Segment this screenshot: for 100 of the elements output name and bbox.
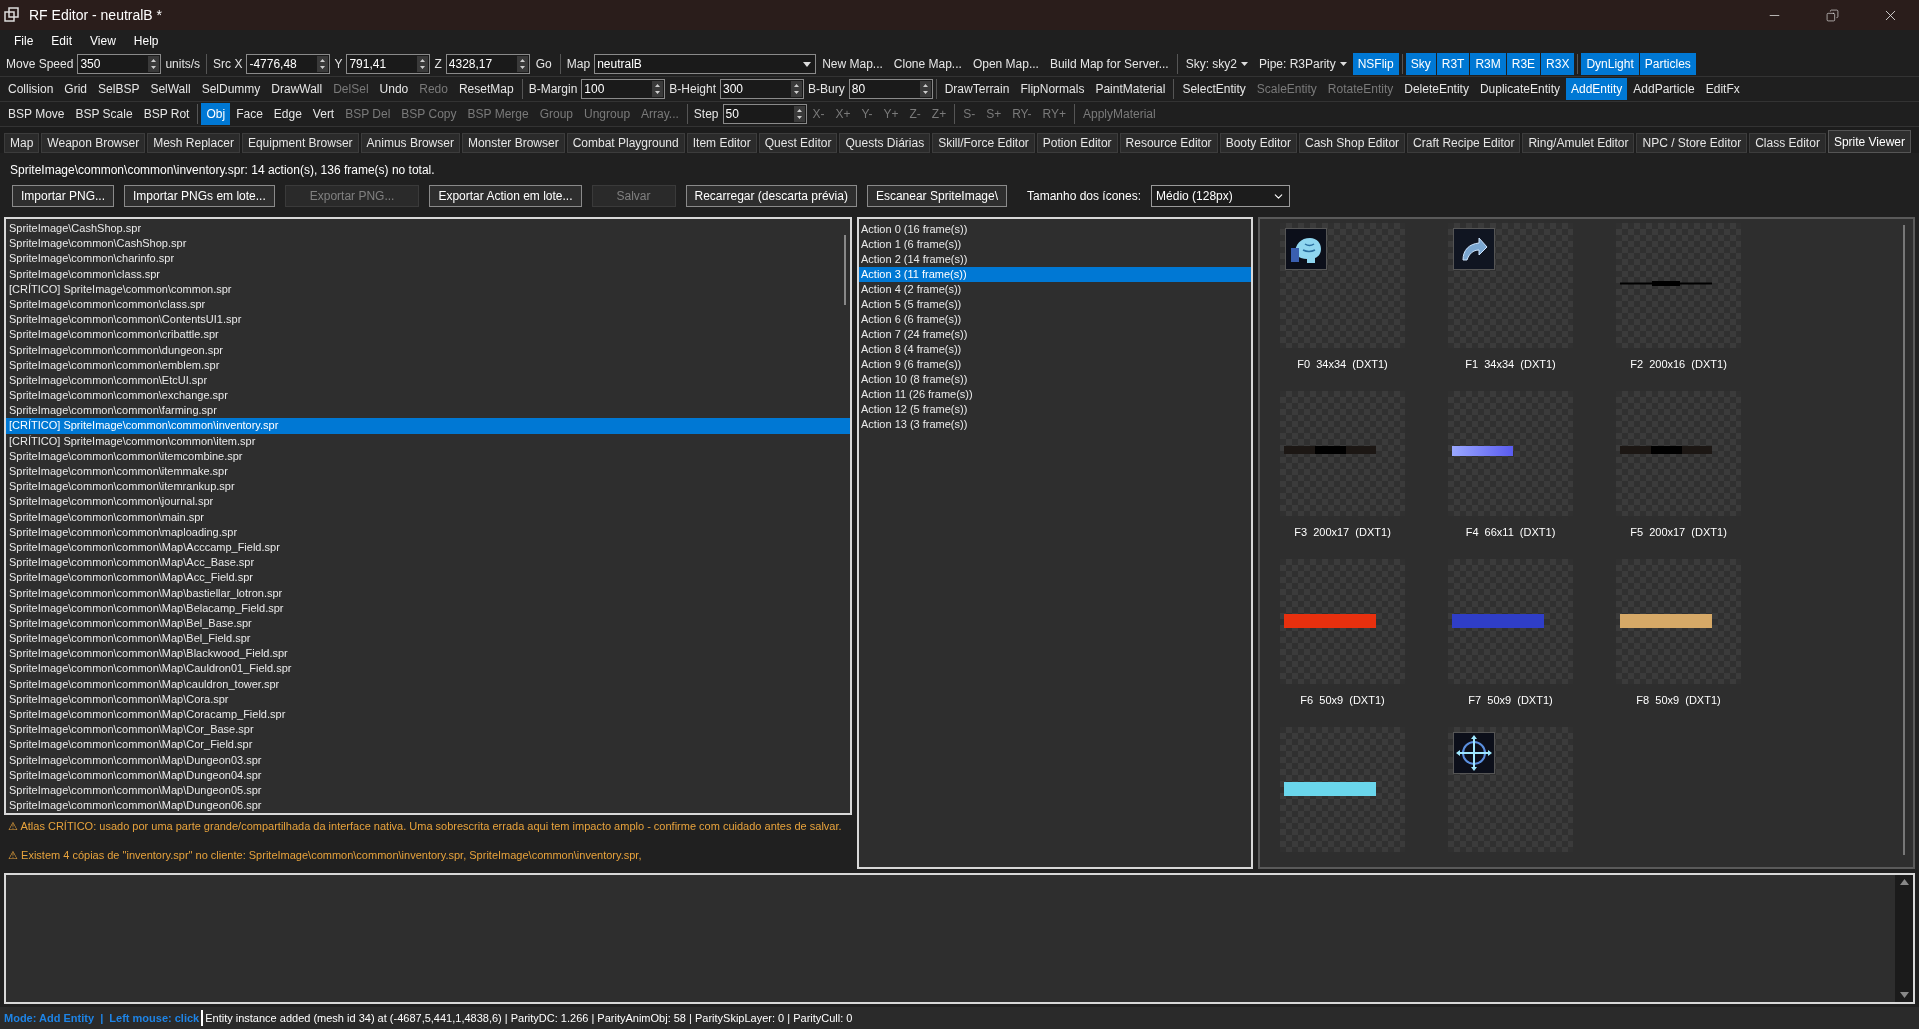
file-list-item[interactable]: SpriteImage\common\common\farming.spr <box>6 403 850 419</box>
menu-item[interactable]: File <box>6 32 42 50</box>
spin-field[interactable]: 50 <box>722 104 807 124</box>
toolbar-button[interactable]: AddEntity <box>1565 78 1628 100</box>
toolbar-button[interactable]: Particles <box>1639 53 1696 75</box>
toolbar-button[interactable]: PaintMaterial <box>1090 78 1171 100</box>
file-list-item[interactable]: SpriteImage\common\common\Map\Dungeon04.spr <box>6 767 850 783</box>
toolbar-button[interactable]: NSFlip <box>1352 53 1399 75</box>
file-list-item[interactable]: SpriteImage\common\common\itemcombine.spr <box>6 448 850 464</box>
file-list-item[interactable]: SpriteImage\common\common\Map\Bel_Base.spr <box>6 615 850 632</box>
spin-field[interactable]: 4328,17 <box>445 54 530 74</box>
file-list-item[interactable]: [CRÍTICO] SpriteImage\common\common\inventory.spr <box>6 418 850 434</box>
action-list-item[interactable]: Action 5 (5 frame(s)) <box>859 297 1251 312</box>
toolbar-button[interactable]: R3T <box>1436 53 1470 75</box>
menu-item[interactable]: Help <box>125 32 167 50</box>
file-list-item[interactable]: SpriteImage\common\common\Map\Dungeon05.spr <box>6 782 850 799</box>
file-list-item[interactable]: SpriteImage\common\common\main.spr <box>6 509 850 525</box>
tab[interactable]: Weapon Browser <box>41 133 146 153</box>
scrollbar-thumb[interactable] <box>1903 225 1905 855</box>
tab[interactable]: Quests Diárias <box>839 133 931 153</box>
toolbar-button[interactable]: DeleteEntity <box>1399 78 1474 100</box>
toolbar-button[interactable]: FlipNormals <box>1015 78 1090 100</box>
action-button[interactable]: Importar PNGs em lote... <box>124 185 275 207</box>
file-list-item[interactable]: SpriteImage\common\common\dungeon.spr <box>6 342 850 358</box>
file-list-item[interactable]: SpriteImage\common\common\Map\Acc_Base.spr <box>6 555 850 571</box>
action-list-item[interactable]: Action 6 (6 frame(s)) <box>859 312 1251 327</box>
file-list-item[interactable]: SpriteImage\common\common\Map\Cora.spr <box>6 691 850 707</box>
toolbar-button[interactable]: DynLight <box>1581 53 1639 75</box>
toolbar-button[interactable]: Collision <box>3 78 59 100</box>
file-list-item[interactable]: SpriteImage\common\common\EtcUI.spr <box>6 372 850 389</box>
icon-size-select[interactable]: Médio (128px) <box>1151 185 1291 207</box>
spin-field[interactable]: 80 <box>848 79 933 99</box>
action-list-item[interactable]: Action 9 (6 frame(s)) <box>859 357 1251 372</box>
spin-field[interactable]: 791,41 <box>346 54 431 74</box>
tab[interactable]: Combat Playground <box>566 133 685 153</box>
file-list-item[interactable]: SpriteImage\common\common\itemrankup.spr <box>6 479 850 495</box>
map-combo-field[interactable]: neutralB <box>594 54 817 74</box>
spin-field[interactable]: -4776,48 <box>246 54 331 74</box>
file-list-item[interactable]: SpriteImage\common\common\journal.spr <box>6 494 850 510</box>
action-list-item[interactable]: Action 4 (2 frame(s)) <box>859 282 1251 297</box>
file-list-item[interactable]: SpriteImage\common\common\Map\Cauldron01_Field.spr <box>6 661 850 677</box>
toolbar-button[interactable]: Go <box>530 53 557 75</box>
file-list-item[interactable]: SpriteImage\common\common\cribattle.spr <box>6 327 850 343</box>
toolbar-button[interactable]: Sky <box>1405 53 1436 75</box>
file-list-item[interactable]: SpriteImage\common\common\Map\cauldron_tower.spr <box>6 676 850 692</box>
toolbar-button[interactable]: BSP Scale <box>70 103 138 125</box>
file-list-item[interactable]: SpriteImage\common\common\maploading.spr <box>6 524 850 540</box>
toolbar-button[interactable]: SelBSP <box>93 78 145 100</box>
tab[interactable]: Ring/Amulet Editor <box>1522 133 1635 153</box>
tab[interactable]: Equipment Browser <box>241 133 359 153</box>
file-list-item[interactable]: SpriteImage\common\common\exchange.spr <box>6 388 850 404</box>
tab[interactable]: Class Editor <box>1749 133 1826 153</box>
file-list-item[interactable]: SpriteImage\CashShop.spr <box>6 221 850 237</box>
tab[interactable]: Potion Editor <box>1036 133 1118 153</box>
action-list-item[interactable]: Action 11 (26 frame(s)) <box>859 387 1251 402</box>
action-list-item[interactable]: Action 0 (16 frame(s)) <box>859 222 1251 237</box>
file-list-item[interactable]: SpriteImage\common\common\Map\Coracamp_Field.spr <box>6 707 850 723</box>
toolbar-button[interactable]: SelWall <box>145 78 196 100</box>
file-list-item[interactable]: SpriteImage\common\common\Map\Acc_Field.spr <box>6 570 850 586</box>
menu-item[interactable]: Edit <box>43 32 81 50</box>
toolbar-button[interactable]: Build Map for Server... <box>1044 53 1174 75</box>
toolbar-button[interactable]: R3X <box>1541 53 1575 75</box>
toolbar-button[interactable]: BSP Rot <box>138 103 195 125</box>
file-list-item[interactable]: SpriteImage\common\common\itemmake.spr <box>6 464 850 480</box>
toolbar-button[interactable]: Open Map... <box>967 53 1044 75</box>
toolbar-button[interactable]: Edge <box>268 103 307 125</box>
action-button[interactable]: Escanear SpriteImage\ <box>866 185 1007 207</box>
file-list-item[interactable]: SpriteImage\common\common\Map\Cor_Field.spr <box>6 737 850 753</box>
menu-item[interactable]: View <box>82 32 124 50</box>
action-list-item[interactable]: Action 3 (11 frame(s)) <box>859 267 1251 282</box>
tab[interactable]: Item Editor <box>686 133 757 153</box>
dropdown-button[interactable]: Pipe: R3Parity <box>1254 53 1352 75</box>
action-button[interactable]: Exportar Action em lote... <box>429 185 582 207</box>
action-button[interactable]: Recarregar (descarta prévia) <box>685 185 857 207</box>
file-list-item[interactable]: [CRÍTICO] SpriteImage\common\common.spr <box>6 281 850 297</box>
file-list-item[interactable]: [CRÍTICO] SpriteImage\common\common\item.spr <box>6 433 850 449</box>
scroll-up-icon[interactable] <box>1899 879 1909 885</box>
file-list-item[interactable]: SpriteImage\common\CashShop.spr <box>6 236 850 252</box>
action-list-item[interactable]: Action 7 (24 frame(s)) <box>859 327 1251 342</box>
toolbar-button[interactable]: Undo <box>374 78 414 100</box>
file-list-item[interactable]: SpriteImage\common\common\Map\Dungeon06.spr <box>6 798 850 813</box>
file-list-item[interactable]: SpriteImage\common\common\ContentsUI1.spr <box>6 312 850 328</box>
toolbar-button[interactable]: Face <box>231 103 268 125</box>
file-list-item[interactable]: SpriteImage\common\common\Map\Bel_Field.spr <box>6 631 850 647</box>
spin-field[interactable]: 300 <box>720 79 804 99</box>
toolbar-button[interactable]: New Map... <box>817 53 888 75</box>
action-list-item[interactable]: Action 13 (3 frame(s)) <box>859 417 1251 432</box>
action-list-item[interactable]: Action 8 (4 frame(s)) <box>859 342 1251 357</box>
toolbar-button[interactable]: Clone Map... <box>888 53 967 75</box>
toolbar-button[interactable]: DuplicateEntity <box>1474 78 1565 100</box>
file-list-item[interactable]: SpriteImage\common\common\Map\Acccamp_Field.spr <box>6 539 850 556</box>
toolbar-button[interactable]: DrawWall <box>266 78 328 100</box>
tab[interactable]: Sprite Viewer <box>1827 130 1912 153</box>
toolbar-button[interactable]: Vert <box>307 103 340 125</box>
file-list-item[interactable]: SpriteImage\common\common\Map\Blackwood_Field.spr <box>6 646 850 662</box>
tab[interactable]: Mesh Replacer <box>147 133 240 153</box>
toolbar-button[interactable]: R3E <box>1506 53 1541 75</box>
action-list-item[interactable]: Action 10 (8 frame(s)) <box>859 372 1251 387</box>
tab[interactable]: Animus Browser <box>360 133 460 153</box>
toolbar-button[interactable]: Grid <box>59 78 93 100</box>
